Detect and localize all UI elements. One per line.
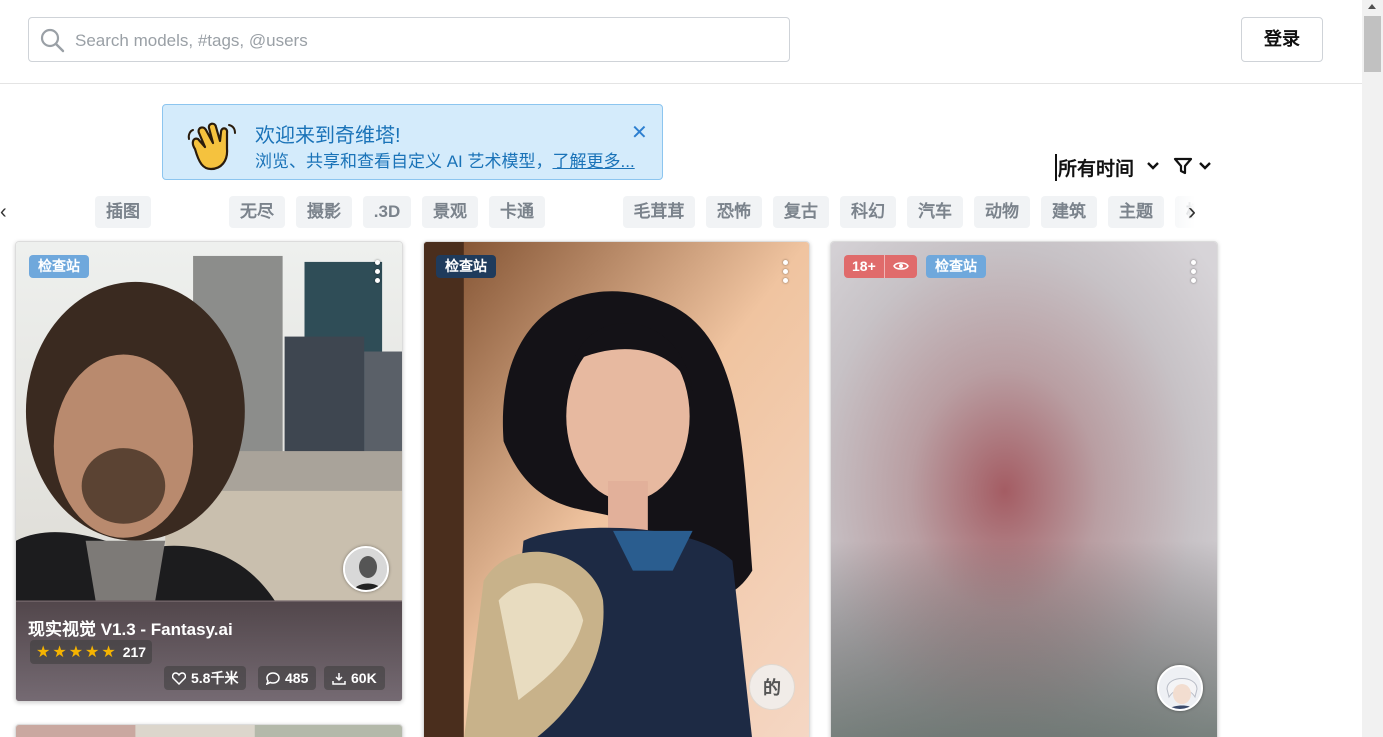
welcome-subtitle-text: 浏览、共享和查看自定义 AI 艺术模型， [255,152,553,171]
tag-chip[interactable]: 主题 [1108,196,1164,228]
downloads-stat: 60K [324,666,385,690]
comments-stat: 485 [258,666,317,690]
waving-hand-icon [187,122,236,171]
creator-avatar[interactable] [343,546,389,592]
learn-more-link[interactable]: 了解更多... [553,152,635,171]
tag-chip[interactable]: 动物 [974,196,1030,228]
creator-avatar[interactable]: 的 [749,664,795,710]
tag-chip[interactable] [162,196,218,228]
heart-icon [171,672,187,686]
downloads-count: 60K [351,670,377,686]
tag-chip[interactable]: 卡通 [489,196,545,228]
tag-chip[interactable]: 建筑 [1041,196,1097,228]
nsfw-badge[interactable]: 18+ [844,255,917,278]
star-rating-icon: ★★★★★ [36,644,118,661]
tag-chip[interactable]: 毛茸茸 [623,196,695,228]
scrollbar-thumb[interactable] [1364,16,1381,72]
tag-chip[interactable] [28,196,82,228]
filter-icon[interactable] [1173,156,1193,176]
time-filter-dropdown[interactable]: 所有时间 [1055,154,1134,181]
more-options-icon[interactable] [1191,260,1197,284]
rating-badge: ★★★★★ 217 [30,640,153,664]
model-preview-image [424,242,809,737]
tag-chip[interactable]: 无尽 [229,196,285,228]
tag-chip[interactable]: 插图 [95,196,151,228]
model-card[interactable]: 18+ 检查站 [830,241,1218,737]
eye-icon[interactable] [892,260,909,272]
model-title[interactable]: 现实视觉 V1.3 - Fantasy.ai [28,615,233,640]
checkpoint-badge: 检查站 [436,255,496,278]
welcome-subtitle: 浏览、共享和查看自定义 AI 艺术模型，了解更多... [255,147,635,172]
top-header: Search models, #tags, @users 登录 [0,0,1362,84]
tag-chip[interactable] [556,196,612,228]
comment-icon [265,672,280,686]
scroll-up-icon[interactable] [1368,4,1376,9]
chevron-right-icon[interactable]: › [1188,198,1196,226]
page: Search models, #tags, @users 登录 欢迎来到奇维塔!… [0,0,1383,737]
tag-chip[interactable]: 景观 [422,196,478,228]
model-card[interactable]: 检查站 [423,241,810,737]
login-button[interactable]: 登录 [1241,17,1323,62]
search-icon [40,28,65,53]
model-preview-image [16,725,402,737]
likes-count: 5.8千米 [191,670,239,686]
search-placeholder: Search models, #tags, @users [75,31,308,50]
tag-bar: 插图 无尽 摄影 .3D 景观 卡通 毛茸茸 恐怖 复古 科幻 汽车 动物 建筑… [0,195,1218,231]
checkpoint-badge: 检查站 [29,255,89,278]
welcome-banner: 欢迎来到奇维塔! 浏览、共享和查看自定义 AI 艺术模型，了解更多... ✕ [162,104,663,180]
likes-stat: 5.8千米 [164,666,247,690]
tag-chip[interactable]: 摄影 [296,196,352,228]
tag-chip[interactable]: 恐怖 [706,196,762,228]
download-icon [332,673,346,685]
more-options-icon[interactable] [783,260,789,284]
model-card[interactable] [15,724,403,737]
welcome-title: 欢迎来到奇维塔! [255,125,401,147]
tag-chip[interactable]: 汽车 [907,196,963,228]
model-card[interactable]: 检查站 现实视觉 V1.3 - Fantasy.ai ★★★★★ 217 5.8千… [15,241,403,702]
search-input[interactable]: Search models, #tags, @users [28,17,790,62]
nsfw-label: 18+ [852,258,876,274]
rating-count: 217 [122,644,147,660]
chevron-down-icon[interactable] [1197,158,1213,174]
tag-chip[interactable]: 复古 [773,196,829,228]
checkpoint-badge: 检查站 [926,255,986,278]
chevron-down-icon[interactable] [1145,158,1161,174]
tag-chip[interactable]: 科幻 [840,196,896,228]
more-options-icon[interactable] [375,260,381,284]
model-preview-image-blurred [831,242,1217,737]
scrollbar[interactable] [1362,0,1383,737]
close-icon[interactable]: ✕ [631,120,648,145]
chevron-left-icon[interactable]: ‹ [0,201,7,224]
tag-chip[interactable]: .3D [363,196,411,228]
comments-count: 485 [285,670,309,686]
creator-avatar[interactable] [1157,665,1203,711]
